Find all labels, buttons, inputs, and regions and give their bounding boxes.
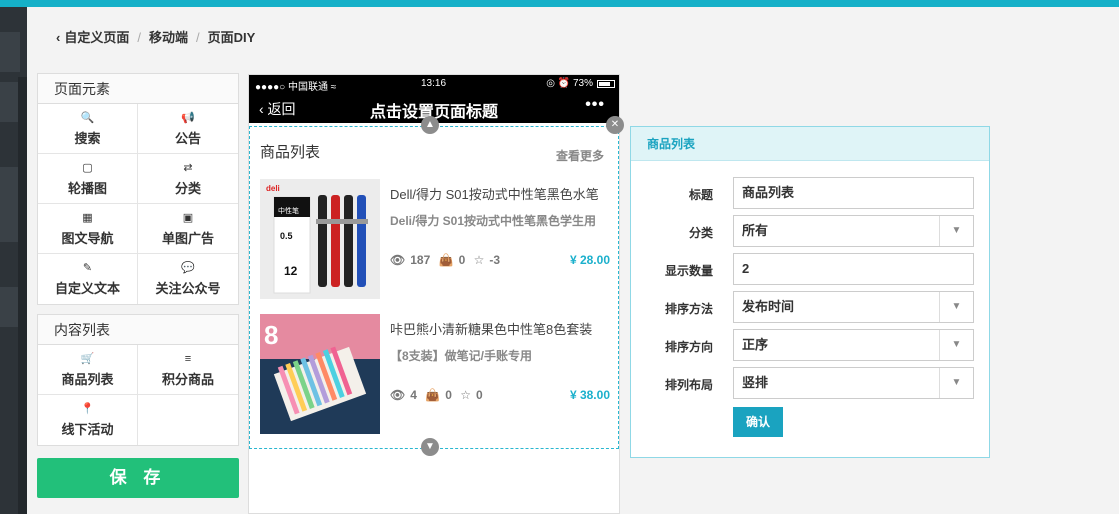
element-category[interactable]: ⇄ 分类 [138,154,238,204]
breadcrumb-page-diy: 页面DIY [207,30,256,45]
category-row: 分类 所有 ▼ [631,215,989,249]
file-image-icon: ▢ [82,161,93,174]
status-icons: ◎ ⏰ 73% [546,78,593,89]
star-icon: ☆ [460,388,472,402]
content-empty-cell [138,395,238,445]
map-marker-icon: 📍 [80,403,95,415]
move-down-icon[interactable]: ▼ [421,438,439,456]
more-icon[interactable]: ••• [585,96,605,114]
move-up-icon[interactable]: ▲ [421,116,439,134]
search-icon: 🔍 [80,111,95,124]
svg-text:8: 8 [264,320,278,350]
back-chevron-icon[interactable]: ‹ [56,30,60,45]
picture-icon: ▣ [182,211,194,224]
phone-preview: ●●●●○ 中国联通 ≈ 13:16 ◎ ⏰ 73% ‹ 返回 点击设置页面标题… [248,74,624,514]
svg-text:0.5: 0.5 [280,231,293,241]
goods-name: 咔巴熊小清新糖果色中性笔8色套装 [390,322,593,337]
phone-status-bar: ●●●●○ 中国联通 ≈ 13:16 ◎ ⏰ 73% [249,75,619,93]
breadcrumb-custom-page[interactable]: 自定义页面 [64,30,129,45]
content-goods-list[interactable]: 🛒 商品列表 [38,345,138,395]
delete-module-icon[interactable]: ✕ [606,116,624,134]
page-elements-panel: 页面元素 🔍 搜索 📢 公告 ▢ 轮播图 ⇄ 分类 ▦ 图文导航 ▣ 单图广告 ✎ 自定义文本… [37,73,239,305]
sort-method-row: 排序方法 发布时间 ▼ [631,291,989,325]
module-settings-panel: 商品列表 标题 商品列表 分类 所有 ▼ 显示数量 2 排序方法 发布时间 ▼ 排序… [630,126,990,458]
page-elements-title: 页面元素 [38,74,238,104]
wechat-icon: 💬 [181,262,195,274]
confirm-button[interactable]: 确认 [733,407,783,437]
sort-method-select[interactable]: 发布时间 ▼ [733,291,974,323]
star-icon: ☆ [473,253,485,267]
settings-header: 商品列表 [631,127,989,161]
element-single-ad[interactable]: ▣ 单图广告 [138,204,238,254]
top-accent-bar [0,0,1119,7]
title-row: 标题 商品列表 [631,177,989,211]
count-input[interactable]: 2 [733,253,974,285]
status-time: 13:16 [421,78,447,89]
goods-list-module[interactable]: 商品列表 查看更多 deli 中性笔 0.5 12 Dell/得力 S01按动式… [249,126,619,449]
goods-item[interactable]: deli 中性笔 0.5 12 Dell/得力 S01按动式中性笔黑色水笔 De… [260,179,610,299]
title-input[interactable]: 商品列表 [733,177,974,209]
edit-icon: ✎ [82,262,93,274]
element-custom-text[interactable]: ✎ 自定义文本 [38,254,138,304]
goods-image-color-pens: 8 [260,314,380,434]
goods-stats: 👁 187 👜 0 ☆ -3 [390,253,501,267]
left-nav-strip [0,7,27,514]
battery-icon [597,80,615,88]
element-search[interactable]: 🔍 搜索 [38,104,138,154]
goods-item[interactable]: 8 咔巴熊小清新糖果色中性笔8色套装 【8支装】做笔记/手账专用 👁4 👜0 [260,314,610,434]
exchange-icon: ⇄ [183,161,193,174]
category-select[interactable]: 所有 ▼ [733,215,974,247]
element-carousel[interactable]: ▢ 轮播图 [38,154,138,204]
layout-select[interactable]: 竖排 ▼ [733,367,974,399]
eye-icon: 👁 [390,253,406,267]
database-icon: ≡ [184,352,192,365]
goods-desc: 【8支装】做笔记/手账专用 [390,349,533,363]
bullhorn-icon: 📢 [181,111,195,124]
breadcrumb: ‹ 自定义页面 / 移动端 / 页面DIY [56,30,256,45]
layout-row: 排列布局 竖排 ▼ [631,367,989,401]
element-follow-wechat[interactable]: 💬 关注公众号 [138,254,238,304]
content-list-title: 内容列表 [38,315,238,345]
chevron-down-icon: ▼ [939,368,973,398]
cart-icon: 🛒 [80,352,95,365]
svg-text:deli: deli [266,184,280,193]
goods-stats: 👁 4 👜 0 ☆ 0 [390,388,483,402]
breadcrumb-mobile[interactable]: 移动端 [149,30,188,45]
content-list-panel: 内容列表 🛒 商品列表 ≡ 积分商品 📍 线下活动 [37,314,239,446]
chevron-down-icon: ▼ [939,292,973,322]
sort-direction-select[interactable]: 正序 ▼ [733,329,974,361]
module-title: 商品列表 [260,144,321,161]
goods-desc: Deli/得力 S01按动式中性笔黑色学生用 [390,214,597,228]
sort-direction-row: 排序方向 正序 ▼ [631,329,989,363]
goods-price: ¥ 28.00 [569,253,610,267]
grid-icon: ▦ [82,211,93,224]
eye-icon: 👁 [390,388,406,402]
save-button[interactable]: 保 存 [37,458,239,498]
count-row: 显示数量 2 [631,253,989,287]
element-notice[interactable]: 📢 公告 [138,104,238,154]
goods-name: Dell/得力 S01按动式中性笔黑色水笔 [390,187,599,202]
element-image-nav[interactable]: ▦ 图文导航 [38,204,138,254]
chevron-down-icon: ▼ [939,330,973,360]
content-points-goods[interactable]: ≡ 积分商品 [138,345,238,395]
see-more-link[interactable]: 查看更多 [556,147,604,164]
carrier-signal: ●●●●○ 中国联通 ≈ [255,82,337,93]
content-offline-event[interactable]: 📍 线下活动 [38,395,138,445]
bag-icon: 👜 [438,253,454,267]
goods-price: ¥ 38.00 [569,388,610,402]
svg-text:中性笔: 中性笔 [278,206,299,215]
svg-text:12: 12 [284,264,298,278]
goods-image-pens: deli 中性笔 0.5 12 [260,179,380,299]
bag-icon: 👜 [425,388,441,402]
chevron-down-icon: ▼ [939,216,973,246]
